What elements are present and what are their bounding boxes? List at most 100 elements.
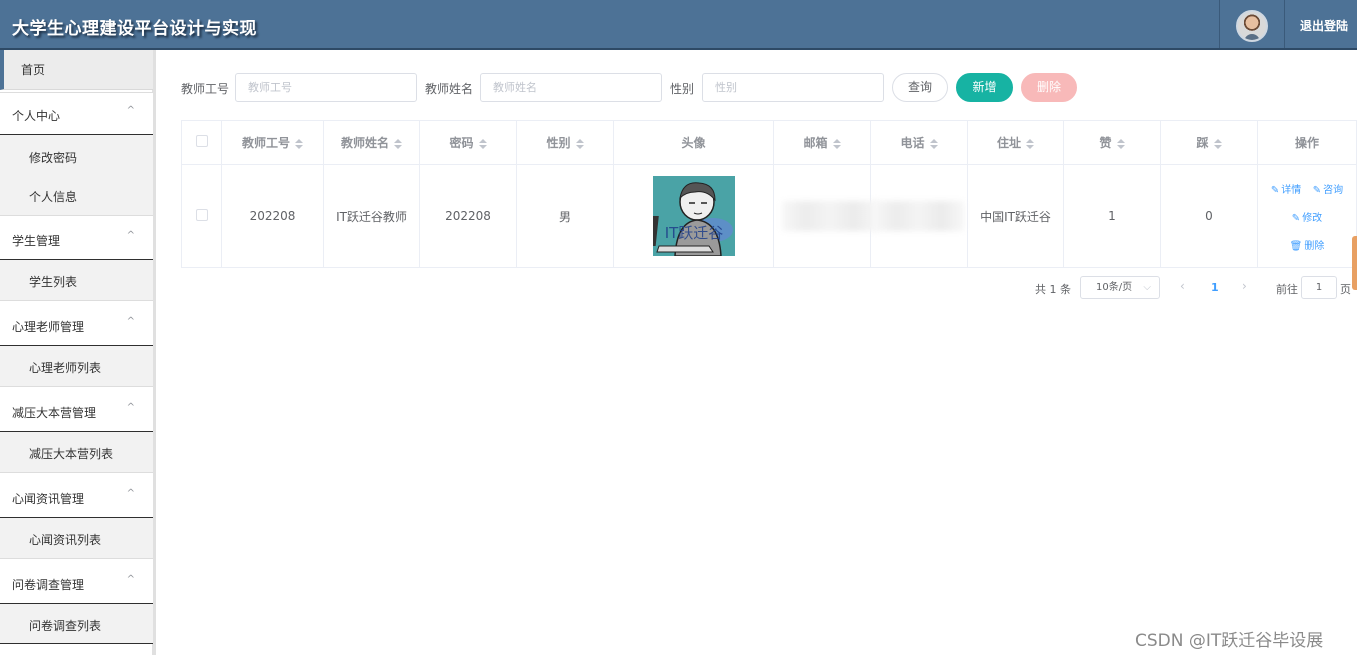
sidebar-group-survey[interactable]: 问卷调查管理 ^ <box>0 558 153 604</box>
sidebar-group-teachers[interactable]: 心理老师管理 ^ <box>0 300 153 346</box>
sort-icon[interactable] <box>575 138 584 149</box>
side-scroll-handle[interactable] <box>1352 236 1357 290</box>
teacher-table: 教师工号 教师姓名 密码 性别 头像 邮箱 电话 住址 赞 踩 操作 20220… <box>181 120 1357 268</box>
sidebar-group-personal[interactable]: 个人中心 ^ <box>0 92 153 135</box>
sidebar-item-relax-list[interactable]: 减压大本营列表 <box>29 445 113 462</box>
column-header[interactable]: 性别 <box>516 120 614 165</box>
chevron-up-icon: ^ <box>126 105 135 116</box>
phone-blurred <box>874 201 964 231</box>
sort-icon[interactable] <box>295 138 303 149</box>
cell-address: 中国IT跃迁谷 <box>967 164 1064 268</box>
sidebar-item-student-list[interactable]: 学生列表 <box>29 273 77 290</box>
header-divider <box>1284 0 1285 48</box>
page-size-select[interactable]: 10条/页 ⌵ <box>1080 276 1160 299</box>
row-select-cell[interactable] <box>181 164 222 268</box>
cell-password: 202208 <box>419 164 517 268</box>
detail-button[interactable]: ✎ 详情 <box>1271 185 1301 196</box>
sidebar-submenu: 心闻资讯列表 <box>0 518 153 558</box>
chevron-up-icon: ^ <box>126 402 135 413</box>
sidebar-item-teacher-list[interactable]: 心理老师列表 <box>29 359 101 376</box>
row-checkbox[interactable] <box>195 208 208 221</box>
column-header[interactable]: 教师工号 <box>221 120 324 165</box>
teacher-name-input[interactable] <box>480 73 662 102</box>
consult-button[interactable]: ✎ 咨询 <box>1313 185 1343 196</box>
edit-icon: ✎ <box>1291 212 1301 224</box>
edit-button[interactable]: ✎ 修改 <box>1292 213 1322 224</box>
trash-icon: 🗑 <box>1289 240 1303 252</box>
column-header[interactable]: 电话 <box>870 120 968 165</box>
sidebar-group-news[interactable]: 心闻资讯管理 ^ <box>0 472 153 518</box>
sidebar: 首页 个人中心 ^ 修改密码 个人信息 学生管理 ^ 学生列表 心理老师管理 ^… <box>0 50 156 655</box>
column-header[interactable]: 密码 <box>419 120 517 165</box>
chevron-up-icon: ^ <box>126 574 135 585</box>
chevron-up-icon: ^ <box>126 230 135 241</box>
page-unit-label: 页 <box>1340 283 1351 296</box>
sort-icon[interactable] <box>1213 138 1222 149</box>
watermark: CSDN @IT跃迁谷毕设展 <box>1135 631 1324 651</box>
email-blurred <box>782 201 878 231</box>
teacher-id-input[interactable] <box>235 73 417 102</box>
cell-avatar: IT跃迁谷 <box>613 164 774 268</box>
sidebar-item-news-list[interactable]: 心闻资讯列表 <box>29 531 101 548</box>
chevron-down-icon: ⌵ <box>1143 282 1151 293</box>
pagination-page-1[interactable]: 1 <box>1211 281 1219 294</box>
sidebar-group-label: 心理老师管理 <box>12 320 85 334</box>
goto-label: 前往 <box>1276 283 1298 296</box>
teacher-name-label: 教师姓名 <box>425 82 474 96</box>
avatar-caption: IT跃迁谷 <box>664 224 723 242</box>
sort-icon[interactable] <box>1116 138 1125 149</box>
logout-button[interactable]: 退出登陆 <box>1300 17 1348 34</box>
sort-icon[interactable] <box>1026 138 1034 149</box>
sort-icon[interactable] <box>929 138 938 149</box>
select-all-cell[interactable] <box>181 120 222 165</box>
cell-teacher-id: 202208 <box>221 164 324 268</box>
chevron-up-icon: ^ <box>126 488 135 499</box>
column-header[interactable]: 邮箱 <box>773 120 871 165</box>
table-header-row: 教师工号 教师姓名 密码 性别 头像 邮箱 电话 住址 赞 踩 操作 <box>181 120 1357 165</box>
sidebar-item-change-password[interactable]: 修改密码 <box>29 149 77 166</box>
row-delete-button[interactable]: 🗑 删除 <box>1290 241 1325 252</box>
goto-page-input[interactable] <box>1301 276 1337 299</box>
column-header[interactable]: 教师姓名 <box>323 120 420 165</box>
edit-icon: ✎ <box>1312 184 1322 196</box>
sidebar-group-students[interactable]: 学生管理 ^ <box>0 215 153 260</box>
page-size-value: 10条/页 <box>1096 282 1133 293</box>
sidebar-item-label: 首页 <box>21 63 46 77</box>
teacher-avatar-image[interactable]: IT跃迁谷 <box>652 176 735 256</box>
add-button[interactable]: 新增 <box>956 73 1013 102</box>
sidebar-group-label: 心闻资讯管理 <box>12 492 85 506</box>
cell-gender: 男 <box>516 164 614 268</box>
column-header[interactable]: 赞 <box>1063 120 1161 165</box>
gender-label: 性别 <box>670 82 695 96</box>
prev-page-icon[interactable]: ‹ <box>1180 279 1185 293</box>
cell-actions: ✎ 详情 ✎ 咨询 ✎ 修改 🗑 删除 <box>1257 164 1357 268</box>
sidebar-item-profile[interactable]: 个人信息 <box>29 188 77 205</box>
user-avatar[interactable] <box>1236 10 1268 42</box>
sidebar-group-relax[interactable]: 减压大本营管理 ^ <box>0 386 153 432</box>
sidebar-item-home[interactable]: 首页 <box>0 50 153 90</box>
sidebar-submenu: 减压大本营列表 <box>0 432 153 472</box>
column-header[interactable]: 踩 <box>1160 120 1258 165</box>
sidebar-group-label: 问卷调查管理 <box>12 578 85 592</box>
sort-icon[interactable] <box>478 138 487 149</box>
cell-email <box>773 164 878 268</box>
edit-icon: ✎ <box>1270 184 1280 196</box>
cell-likes: 1 <box>1063 164 1161 268</box>
header-divider <box>1219 0 1220 48</box>
gender-input[interactable] <box>702 73 884 102</box>
top-header: 大学生心理建设平台设计与实现 退出登陆 <box>0 0 1357 50</box>
sidebar-submenu: 修改密码 个人信息 <box>0 135 153 215</box>
cell-dislikes: 0 <box>1160 164 1258 268</box>
cell-teacher-name: IT跃迁谷教师 <box>323 164 420 268</box>
sort-icon[interactable] <box>832 138 841 149</box>
column-header: 操作 <box>1257 120 1357 165</box>
next-page-icon[interactable]: › <box>1242 279 1247 293</box>
select-all-checkbox[interactable] <box>195 135 208 147</box>
sidebar-item-survey-list[interactable]: 问卷调查列表 <box>29 617 101 634</box>
sidebar-group-label: 减压大本营管理 <box>12 406 97 420</box>
column-header[interactable]: 住址 <box>967 120 1064 165</box>
app-title: 大学生心理建设平台设计与实现 <box>12 19 257 39</box>
delete-button[interactable]: 删除 <box>1021 73 1077 102</box>
query-button[interactable]: 查询 <box>892 73 948 102</box>
sort-icon[interactable] <box>394 138 402 149</box>
